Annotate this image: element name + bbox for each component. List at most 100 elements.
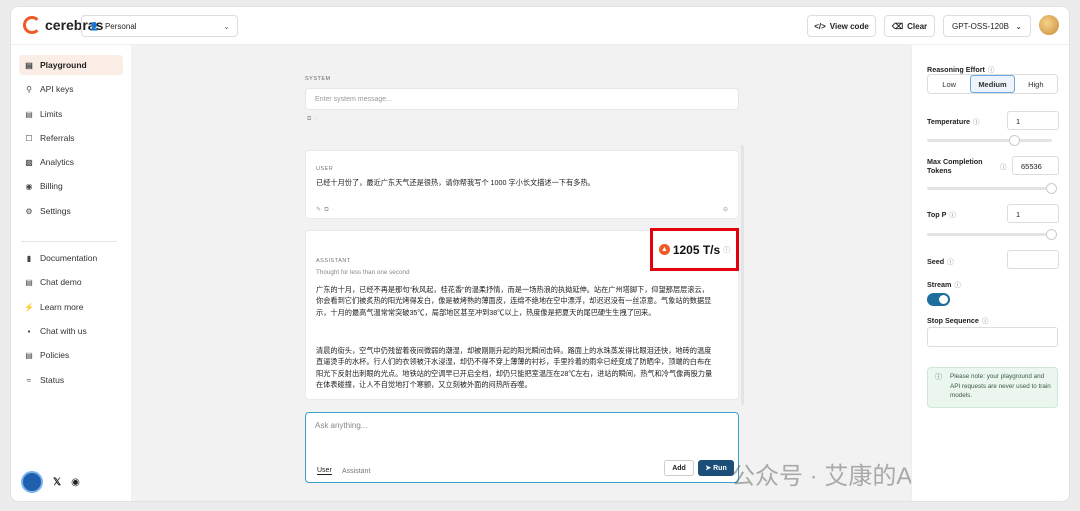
thought-duration: Thought for less than one second — [316, 269, 410, 276]
sidebar-item-label: Settings — [40, 206, 71, 216]
book-icon: ▮ — [26, 253, 32, 263]
status-icon: ≈ — [26, 375, 32, 385]
assistant-paragraph-1: 广东的十月，已经不再是那句“秋风起，桂花香”的温柔抒情，而是一场热浪的执拗延伸。… — [316, 285, 712, 317]
sidebar-item-label: Status — [40, 375, 65, 385]
sidebar-item-label: Analytics — [40, 157, 75, 167]
sidebar-item-documentation[interactable]: ▮ Documentation — [19, 248, 123, 268]
info-icon[interactable]: ⓘ — [723, 245, 730, 255]
info-icon: ⓘ — [981, 318, 989, 325]
sidebar-item-chat-with-us[interactable]: ▪ Chat with us — [19, 321, 123, 341]
user-message-card: USER 已经十月份了，最近广东天气还是很热，请你帮我写个 1000 字小长文描… — [305, 150, 739, 219]
effort-option-medium[interactable]: Medium — [970, 75, 1015, 93]
info-icon: ⓘ — [949, 212, 956, 219]
sidebar-item-label: Chat demo — [40, 277, 82, 287]
model-selector[interactable]: GPT-OSS-120B ⌄ — [943, 15, 1031, 37]
tokens-per-second: 1205 T/s — [672, 242, 721, 257]
seed-label: Seed ⓘ — [927, 257, 954, 266]
sidebar: ▤ Playground ⚲ API keys ▤ Limits ☐ Refer… — [11, 45, 131, 501]
sidebar-item-policies[interactable]: ▤ Policies — [19, 345, 123, 365]
info-icon[interactable]: ⓘ — [1000, 161, 1007, 171]
copy-icon[interactable]: ⧉ — [307, 116, 311, 122]
billing-icon: ◉ — [25, 181, 33, 191]
effort-option-low[interactable]: Low — [928, 75, 970, 93]
stop-sequence-input[interactable] — [927, 327, 1058, 347]
sidebar-item-api-keys[interactable]: ⚲ API keys — [19, 79, 123, 99]
sidebar-item-chat-demo[interactable]: ▤ Chat demo — [19, 272, 123, 292]
top-p-input[interactable]: 1 — [1007, 204, 1059, 223]
view-code-button[interactable]: </> View code — [807, 15, 876, 37]
sidebar-item-label: Limits — [40, 109, 63, 119]
chevron-down-icon: ⌄ — [1015, 21, 1022, 31]
sidebar-item-limits[interactable]: ▤ Limits — [19, 104, 123, 124]
top-p-label: Top Pⓘ — [927, 210, 956, 219]
sidebar-item-referrals[interactable]: ☐ Referrals — [19, 128, 123, 148]
eraser-icon: ⌫ — [891, 21, 904, 31]
temperature-slider[interactable] — [927, 135, 1052, 146]
github-icon[interactable]: ◉ — [71, 477, 80, 488]
send-icon: ➤ — [705, 465, 712, 472]
info-icon: ⓘ — [973, 119, 980, 126]
workspace-name: Personal — [104, 21, 137, 31]
playground-main: SYSTEM Enter system message... ⧉ · USER … — [131, 45, 911, 501]
view-code-label: View code — [829, 21, 869, 31]
copy-icon[interactable]: ⧉ — [324, 207, 328, 213]
clear-button[interactable]: ⌫ Clear — [884, 15, 935, 37]
assistant-label: ASSISTANT — [316, 258, 351, 264]
remove-icon[interactable]: ⊖ — [723, 206, 728, 213]
limits-icon: ▤ — [25, 109, 33, 119]
temperature-slider-handle[interactable] — [1008, 135, 1020, 146]
chat-input-box[interactable]: Ask anything... User Assistant Add ➤ Run — [305, 412, 739, 483]
sidebar-item-playground[interactable]: ▤ Playground — [19, 55, 123, 75]
system-actions: ⧉ · — [307, 116, 317, 123]
info-icon: ⓘ — [947, 259, 954, 266]
run-button[interactable]: ➤ Run — [698, 460, 734, 476]
max-tokens-slider-handle[interactable] — [1046, 183, 1057, 194]
speed-indicator: ▲ 1205 T/s ⓘ — [650, 228, 739, 271]
sidebar-item-learn-more[interactable]: ⚡ Learn more — [19, 297, 123, 317]
app-window: cerebras 👤 Personal ⌄ </> View code ⌫ Cl… — [10, 6, 1070, 502]
effort-option-high[interactable]: High — [1015, 75, 1057, 93]
user-label: USER — [316, 166, 334, 172]
max-tokens-slider[interactable] — [927, 183, 1057, 194]
chat-input[interactable]: Ask anything... — [315, 421, 367, 430]
gear-icon: ⚙ — [25, 206, 33, 216]
settings-panel: Reasoning Effort ⓘ Low Medium High Temper… — [911, 45, 1069, 501]
max-tokens-label: Max Completion Tokens — [927, 157, 983, 175]
cerebras-logo-icon — [23, 16, 41, 34]
model-name: GPT-OSS-120B — [952, 21, 1009, 31]
scrollbar[interactable] — [741, 145, 744, 405]
sidebar-item-settings[interactable]: ⚙ Settings — [19, 201, 123, 221]
speed-icon: ▲ — [658, 244, 670, 255]
sidebar-item-billing[interactable]: ◉ Billing — [19, 176, 123, 196]
temperature-input[interactable]: 1 — [1007, 111, 1059, 130]
add-button[interactable]: Add — [664, 460, 694, 476]
sidebar-item-label: Referrals — [40, 133, 75, 143]
support-bot-icon[interactable] — [21, 471, 43, 493]
stream-toggle[interactable] — [927, 293, 950, 306]
seed-input[interactable] — [1007, 250, 1059, 269]
role-tab-user[interactable]: User — [317, 467, 332, 475]
bolt-icon: ⚡ — [24, 302, 34, 312]
max-tokens-input[interactable]: 65536 — [1012, 156, 1059, 175]
code-icon: </> — [814, 21, 826, 31]
sidebar-item-analytics[interactable]: ▩ Analytics — [19, 152, 123, 172]
sidebar-divider — [21, 241, 117, 242]
top-p-slider[interactable] — [927, 229, 1057, 240]
sidebar-item-status[interactable]: ≈ Status — [19, 370, 123, 390]
sidebar-item-label: Billing — [40, 181, 63, 191]
edit-icon[interactable]: ✎ — [316, 207, 321, 213]
info-icon: ⓘ — [935, 374, 942, 381]
system-input[interactable]: Enter system message... — [305, 88, 739, 110]
more-icon[interactable]: · — [332, 207, 334, 213]
top-p-slider-handle[interactable] — [1046, 229, 1057, 240]
more-icon[interactable]: · — [315, 116, 317, 122]
privacy-note-text: Please note: your playground and API req… — [950, 373, 1051, 399]
workspace-selector[interactable]: 👤 Personal ⌄ — [81, 15, 238, 37]
reasoning-effort-selector: Low Medium High — [927, 74, 1058, 94]
stream-label: Stream ⓘ — [927, 280, 961, 289]
sidebar-footer: 𝕏 ◉ — [21, 471, 80, 493]
avatar[interactable] — [1039, 15, 1059, 35]
role-tab-assistant[interactable]: Assistant — [342, 468, 370, 475]
clear-label: Clear — [907, 21, 928, 31]
x-icon[interactable]: 𝕏 — [53, 477, 61, 488]
